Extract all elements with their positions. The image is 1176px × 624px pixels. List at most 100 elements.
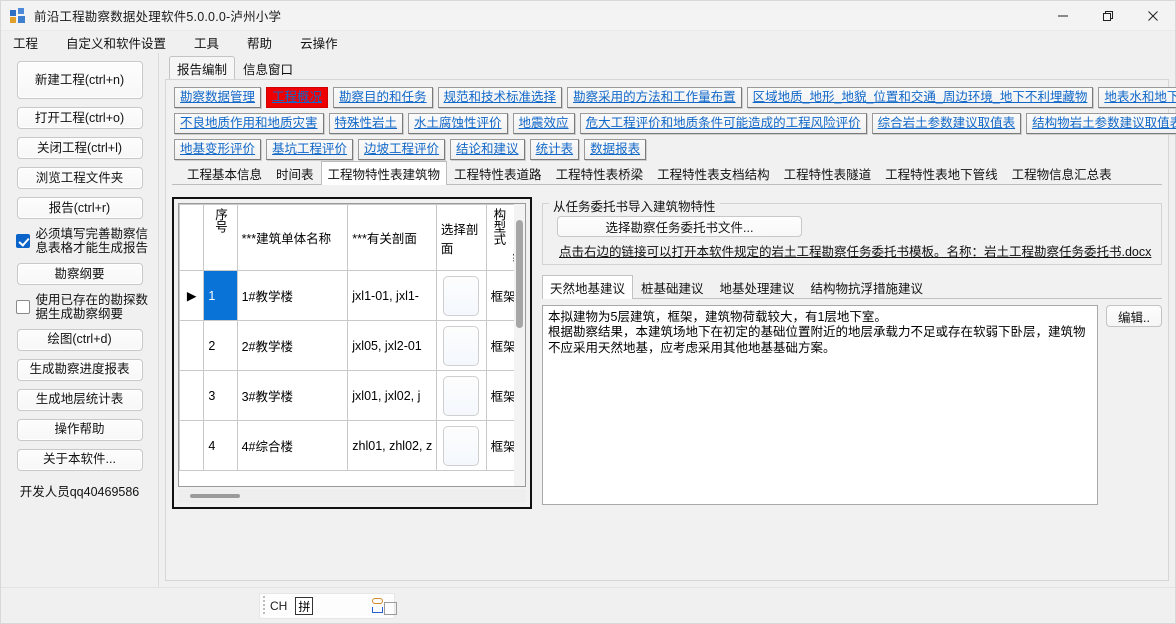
ime-indicator[interactable]: CH 拼 <box>259 593 395 619</box>
grid-header-no[interactable]: 序号 <box>203 204 238 271</box>
nav-button-surface-groundwater[interactable]: 地表水和地下水 <box>1098 87 1176 108</box>
nav-button-foundation-deformation[interactable]: 地基变形评价 <box>174 139 262 160</box>
table-row[interactable]: 3 3#教学楼 jxl01, jxl02, j 框架 <box>179 370 525 421</box>
sidebar-button-open-project[interactable]: 打开工程(ctrl+o) <box>16 107 143 129</box>
checkbox-row-require-complete[interactable]: 必须填写完善勘察信息表格才能生成报告 <box>10 227 150 256</box>
cell-building-name[interactable]: 4#综合楼 <box>236 420 349 471</box>
checkbox-use-existing[interactable] <box>15 299 30 314</box>
checkbox-row-use-existing[interactable]: 使用已存在的勘探数据生成勘察纲要 <box>10 293 150 322</box>
nav-button-structure-params[interactable]: 结构物岩土参数建议取值表 <box>1026 113 1176 134</box>
minimize-button[interactable] <box>1040 1 1085 31</box>
nav-button-standards[interactable]: 规范和技术标准选择 <box>437 87 563 108</box>
grid-horizontal-scroll-thumb[interactable] <box>190 494 240 498</box>
tab-report-editing[interactable]: 报告编制 <box>169 56 236 80</box>
menu-item-tools[interactable]: 工具 <box>194 31 233 54</box>
suggestion-tab-anti-floating[interactable]: 结构物抗浮措施建议 <box>803 275 932 299</box>
menu-item-project[interactable]: 工程 <box>13 31 52 54</box>
cell-sections[interactable]: zhl01, zhl02, z <box>347 420 437 471</box>
cell-pick-section[interactable] <box>435 270 487 321</box>
ime-drag-handle[interactable] <box>263 596 265 616</box>
sidebar-button-browse-folder[interactable]: 浏览工程文件夹 <box>16 167 143 189</box>
suggestion-tab-pile-foundation[interactable]: 桩基础建议 <box>633 275 712 299</box>
checkbox-require-complete[interactable] <box>15 234 30 248</box>
inner-tab-basic-info[interactable]: 工程基本信息 <box>180 161 269 185</box>
nav-button-regional-geology[interactable]: 区域地质_地形_地貌_位置和交通_周边环境_地下不利埋藏物 <box>746 87 1094 108</box>
menu-item-help[interactable]: 帮助 <box>247 31 286 54</box>
nav-button-survey-data-mgmt[interactable]: 勘察数据管理 <box>174 87 262 108</box>
suggestion-tab-ground-treatment[interactable]: 地基处理建议 <box>712 275 803 299</box>
ime-pinyin-button[interactable]: 拼 <box>295 597 314 615</box>
inner-tab-schedule[interactable]: 时间表 <box>269 161 321 185</box>
inner-tab-bridges[interactable]: 工程特性表桥梁 <box>549 161 651 185</box>
nav-button-adverse-geology[interactable]: 不良地质作用和地质灾害 <box>174 113 324 134</box>
nav-button-pit-engineering[interactable]: 基坑工程评价 <box>266 139 354 160</box>
sidebar-button-progress-report[interactable]: 生成勘察进度报表 <box>16 358 143 381</box>
nav-button-methods-workload[interactable]: 勘察采用的方法和工作量布置 <box>567 87 742 108</box>
grid-horizontal-scrollbar[interactable] <box>178 489 526 503</box>
sidebar-button-report[interactable]: 报告(ctrl+r) <box>16 197 143 219</box>
suggestion-textarea[interactable]: 本拟建物为5层建筑，框架，建筑物荷载较大，有1层地下室。 根据勘察结果，本建筑场… <box>542 305 1098 505</box>
sidebar-button-about[interactable]: 关于本软件... <box>16 448 143 471</box>
menu-item-settings[interactable]: 自定义和软件设置 <box>66 31 180 54</box>
pick-section-button[interactable] <box>443 325 480 366</box>
resize-grip-icon[interactable] <box>384 602 397 615</box>
cell-building-name[interactable]: 2#教学楼 <box>236 320 349 371</box>
sidebar-button-strata-stats[interactable]: 生成地层统计表 <box>16 388 143 411</box>
nav-button-project-overview[interactable]: 工程概况 <box>266 87 329 108</box>
nav-button-special-soil[interactable]: 特殊性岩土 <box>328 113 404 134</box>
sidebar-button-close-project[interactable]: 关闭工程(ctrl+l) <box>16 137 143 159</box>
nav-button-risk-assessment[interactable]: 危大工程评价和地质条件可能造成的工程风险评价 <box>579 113 867 134</box>
cell-pick-section[interactable] <box>435 370 487 421</box>
suggestion-tab-natural-foundation[interactable]: 天然地基建议 <box>542 275 634 299</box>
window-controls <box>1040 1 1175 31</box>
sidebar-button-operation-help[interactable]: 操作帮助 <box>16 418 143 441</box>
sidebar-button-draw[interactable]: 绘图(ctrl+d) <box>16 328 143 351</box>
cell-no[interactable]: 4 <box>203 420 238 471</box>
grid-vertical-scrollbar[interactable] <box>514 204 525 486</box>
table-row[interactable]: ▶ 1 1#教学楼 jxl1-01, jxl1- 框架 <box>179 270 525 321</box>
cell-sections[interactable]: jxl05, jxl2-01 <box>347 320 437 371</box>
cell-sections[interactable]: jxl01, jxl02, j <box>347 370 437 421</box>
close-button[interactable] <box>1130 1 1175 31</box>
choose-commission-file-button[interactable]: 选择勘察任务委托书文件... <box>557 216 802 237</box>
inner-tab-buildings[interactable]: 工程物特性表建筑物 <box>320 161 448 185</box>
pick-section-button[interactable] <box>443 275 480 316</box>
cell-sections[interactable]: jxl1-01, jxl1- <box>347 270 437 321</box>
cell-pick-section[interactable] <box>435 320 487 371</box>
cell-building-name[interactable]: 1#教学楼 <box>236 270 349 321</box>
grid-header-pick-section[interactable]: 选择剖面 <box>435 204 487 271</box>
grid-vertical-scroll-thumb[interactable] <box>516 220 523 328</box>
nav-button-comprehensive-params[interactable]: 综合岩土参数建议取值表 <box>871 113 1022 134</box>
inner-tab-tunnels[interactable]: 工程特性表隧道 <box>777 161 879 185</box>
ime-language-label[interactable]: CH <box>270 599 287 613</box>
menu-item-cloud[interactable]: 云操作 <box>300 31 352 54</box>
grid-header-sections[interactable]: ***有关剖面 <box>347 204 437 271</box>
grid-header-name[interactable]: ***建筑单体名称 <box>236 204 349 271</box>
nav-button-corrosivity[interactable]: 水土腐蚀性评价 <box>408 113 508 134</box>
cell-no[interactable]: 3 <box>203 370 238 421</box>
inner-tab-underground-pipes[interactable]: 工程特性表地下管线 <box>878 161 1005 185</box>
inner-tab-retaining[interactable]: 工程特性表支档结构 <box>650 161 777 185</box>
cell-pick-section[interactable] <box>435 420 487 471</box>
cell-no[interactable]: 1 <box>203 270 238 321</box>
table-row[interactable]: 2 2#教学楼 jxl05, jxl2-01 框架 <box>179 320 525 371</box>
commission-template-link[interactable]: 点击右边的链接可以打开本软件规定的岩土工程勘察任务委托书模板。名称：岩土工程勘察… <box>559 241 1153 260</box>
inner-tab-roads[interactable]: 工程特性表道路 <box>447 161 549 185</box>
maximize-button[interactable] <box>1085 1 1130 31</box>
cell-building-name[interactable]: 3#教学楼 <box>236 370 349 421</box>
nav-button-conclusions[interactable]: 结论和建议 <box>450 139 525 160</box>
tab-info-window[interactable]: 信息窗口 <box>235 56 301 80</box>
nav-button-seismic-effect[interactable]: 地震效应 <box>512 113 575 134</box>
edit-suggestion-button[interactable]: 编辑.. <box>1106 305 1162 327</box>
pick-section-button[interactable] <box>443 425 480 466</box>
nav-button-statistics-table[interactable]: 统计表 <box>529 139 580 160</box>
pick-section-button[interactable] <box>443 375 480 416</box>
cell-no[interactable]: 2 <box>203 320 238 371</box>
sidebar-button-new-project[interactable]: 新建工程(ctrl+n) <box>16 61 143 99</box>
nav-button-slope-engineering[interactable]: 边坡工程评价 <box>358 139 446 160</box>
nav-button-purpose-task[interactable]: 勘察目的和任务 <box>333 87 433 108</box>
table-row[interactable]: 4 4#综合楼 zhl01, zhl02, z 框架 <box>179 420 525 471</box>
inner-tab-summary[interactable]: 工程物信息汇总表 <box>1005 161 1119 185</box>
sidebar-button-survey-outline[interactable]: 勘察纲要 <box>16 262 143 285</box>
nav-button-data-report[interactable]: 数据报表 <box>584 139 647 160</box>
